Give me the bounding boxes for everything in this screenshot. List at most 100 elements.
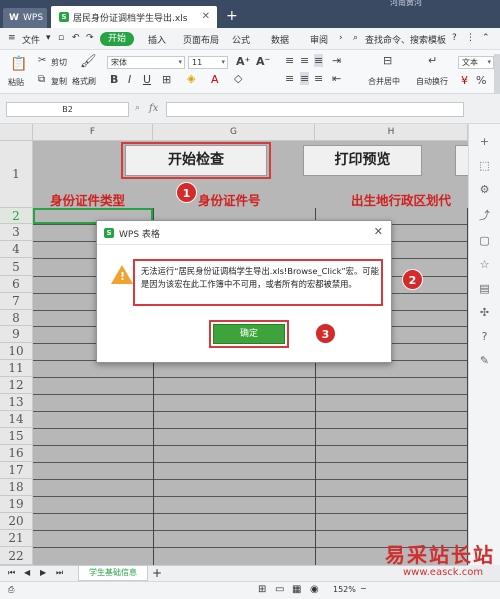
more-options-icon[interactable]: ⋮ [466, 33, 475, 43]
close-tab-icon[interactable]: ✕ [202, 11, 210, 22]
row-header-21[interactable]: 21 [0, 530, 33, 547]
macro-record-icon[interactable]: ⎙ [8, 585, 14, 595]
search-icon[interactable]: ⌕ [353, 33, 358, 43]
row-header-15[interactable]: 15 [0, 428, 33, 445]
cut-button[interactable]: 剪切 [51, 57, 67, 68]
properties-icon[interactable]: ⚙ [469, 183, 500, 196]
percent-icon[interactable]: % [476, 74, 486, 87]
row-header-18[interactable]: 18 [0, 479, 33, 496]
next-sheet-icon[interactable]: ▶ [40, 568, 46, 577]
star-icon[interactable]: ☆ [469, 258, 500, 271]
italic-icon[interactable]: I [128, 73, 131, 86]
number-format-select[interactable]: 文本 [458, 56, 494, 69]
align-middle-icon[interactable]: ≡ [300, 54, 309, 67]
borders-icon[interactable]: ⊞ [162, 73, 171, 86]
save-icon[interactable]: ▫ [58, 33, 64, 43]
row-header-22[interactable]: 22 [0, 547, 33, 565]
row-header-10[interactable]: 10 [0, 343, 33, 360]
ok-button[interactable]: 确定 [213, 324, 285, 344]
merge-center-button[interactable]: 合并居中 [368, 76, 400, 87]
wrap-text-icon[interactable]: ↵ [428, 54, 437, 67]
zoom-formula-icon[interactable]: ⌕ [135, 103, 140, 113]
row-header-8[interactable]: 8 [0, 310, 33, 326]
format-painter-icon[interactable]: 🖌 [80, 54, 97, 69]
row-header-17[interactable]: 17 [0, 462, 33, 479]
help-icon[interactable]: ? [452, 33, 457, 43]
align-top-icon[interactable]: ≡ [285, 54, 294, 67]
column-header-h[interactable]: H [315, 124, 468, 141]
menu-data[interactable]: 数据 [271, 33, 289, 46]
row-header-12[interactable]: 12 [0, 377, 33, 394]
first-sheet-icon[interactable]: ⏮ [8, 568, 15, 578]
font-color-icon[interactable]: A [211, 73, 219, 86]
comment-icon[interactable]: ✎ [469, 354, 500, 367]
row-header-4[interactable]: 4 [0, 241, 33, 258]
sheet-tab-student-info[interactable]: 学生基础信息 [78, 566, 148, 581]
merge-center-icon[interactable]: ⊟ [383, 54, 392, 67]
new-icon[interactable]: + [469, 135, 500, 148]
backup-icon[interactable]: ▢ [469, 234, 500, 247]
paste-label[interactable]: 粘贴 [8, 77, 24, 88]
align-left-icon[interactable]: ≡ [285, 72, 294, 85]
tools-icon[interactable]: ✣ [469, 306, 500, 319]
scissors-icon[interactable]: ✂ [38, 55, 46, 66]
row-header-20[interactable]: 20 [0, 513, 33, 530]
row-header-1[interactable]: 1 [0, 141, 33, 208]
share-icon[interactable]: ⤴ [469, 207, 500, 223]
add-sheet-button[interactable]: + [152, 566, 162, 580]
distribute-icon[interactable]: ⇤ [332, 72, 341, 85]
row-header-19[interactable]: 19 [0, 496, 33, 513]
currency-icon[interactable]: ¥ [461, 74, 468, 87]
last-sheet-icon[interactable]: ⏭ [56, 568, 63, 578]
row-header-6[interactable]: 6 [0, 276, 33, 293]
row-header-7[interactable]: 7 [0, 293, 33, 310]
more-menu-icon[interactable]: › [339, 33, 343, 43]
row-header-9[interactable]: 9 [0, 326, 33, 343]
column-header-g[interactable]: G [153, 124, 315, 141]
fill-color-icon[interactable]: ◈ [187, 72, 195, 85]
align-center-icon[interactable]: ≡ [300, 72, 310, 85]
menu-home[interactable]: 开始 [100, 32, 134, 46]
zoom-level[interactable]: 152% [333, 585, 356, 594]
print-preview-button[interactable]: 打印预览 [303, 145, 422, 176]
clear-format-icon[interactable]: ◇ [234, 72, 242, 85]
wps-home-tab[interactable]: W WPS [3, 8, 47, 28]
font-size-select[interactable]: 11 [188, 56, 228, 69]
collapse-ribbon-icon[interactable]: ⌃ [482, 33, 490, 43]
increase-font-icon[interactable]: A⁺ [236, 55, 250, 68]
row-header-3[interactable]: 3 [0, 224, 33, 241]
menu-page-layout[interactable]: 页面布局 [183, 33, 219, 46]
normal-view-icon[interactable]: ⊞ [258, 584, 266, 595]
row-header-14[interactable]: 14 [0, 411, 33, 428]
prev-sheet-icon[interactable]: ◀ [24, 568, 30, 577]
copy-button[interactable]: 复制 [51, 76, 67, 87]
command-search[interactable]: 查找命令、搜索模板 [365, 33, 446, 46]
menu-insert[interactable]: 插入 [148, 33, 166, 46]
help-circle-icon[interactable]: ? [469, 330, 500, 343]
decrease-font-icon[interactable]: A⁻ [256, 55, 270, 68]
underline-icon[interactable]: U [143, 73, 151, 86]
reading-mode-icon[interactable]: ◉ [310, 584, 319, 595]
indent-icon[interactable]: ⇥ [332, 54, 341, 67]
wrap-text-button[interactable]: 自动换行 [416, 76, 448, 87]
menu-file[interactable]: 文件 [22, 33, 40, 46]
page-break-view-icon[interactable]: ▦ [292, 584, 301, 595]
sheet-button-partial[interactable] [455, 145, 468, 176]
row-header-16[interactable]: 16 [0, 445, 33, 462]
name-box[interactable]: B2 [6, 102, 129, 117]
select-all-corner[interactable] [0, 124, 33, 141]
function-icon[interactable]: fx [149, 103, 158, 114]
row-header-11[interactable]: 11 [0, 360, 33, 377]
page-layout-view-icon[interactable]: ▭ [275, 584, 284, 595]
dialog-close-icon[interactable]: ✕ [374, 225, 383, 238]
menu-formulas[interactable]: 公式 [232, 33, 250, 46]
formula-input[interactable] [166, 102, 464, 117]
row-header-2[interactable]: 2 [0, 208, 33, 224]
copy-icon[interactable]: ⧉ [38, 74, 45, 85]
row-header-13[interactable]: 13 [0, 394, 33, 411]
undo-icon[interactable]: ↶ [72, 33, 80, 43]
zoom-out-icon[interactable]: − [360, 584, 367, 593]
select-icon[interactable]: ⬚ [469, 159, 500, 172]
document-tab[interactable]: S 居民身份证调档学生导出.xls ✕ [51, 6, 217, 28]
bold-icon[interactable]: B [110, 73, 118, 86]
